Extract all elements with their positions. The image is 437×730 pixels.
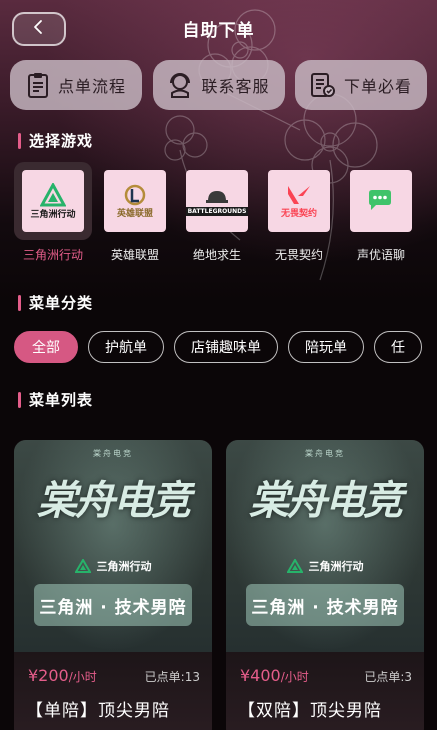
price-row: ¥200/小时 已点单:13 bbox=[28, 666, 200, 685]
section-list-title: 菜单列表 bbox=[29, 391, 94, 409]
menu-list: 棠舟电竞 棠舟电竞 三角洲行动 三角洲 · 技术男陪 ¥200/小时 已点单:1… bbox=[14, 440, 424, 730]
poster-big-text: 棠舟电竞 bbox=[37, 477, 191, 524]
category-tab-more[interactable]: 任 bbox=[374, 331, 422, 363]
price-value: ¥400 bbox=[240, 666, 281, 685]
game-item-delta-force[interactable]: 三角洲行动 三角洲行动 bbox=[14, 162, 92, 263]
poster-small-text: 棠舟电竞 bbox=[93, 449, 133, 458]
game-tile: 英雄联盟 bbox=[96, 162, 174, 240]
game-tile: 三角洲行动 bbox=[14, 162, 92, 240]
game-name: 无畏契约 bbox=[274, 248, 323, 262]
category-tab-all[interactable]: 全部 bbox=[14, 331, 78, 363]
game-item-lol[interactable]: 英雄联盟 英雄联盟 bbox=[96, 162, 174, 263]
checklist-icon bbox=[310, 71, 336, 99]
order-count: 已点单:3 bbox=[364, 670, 412, 684]
game-name: 声优语聊 bbox=[356, 248, 405, 262]
game-tile: BATTLEGROUNDS bbox=[178, 162, 256, 240]
delta-triangle-icon bbox=[286, 559, 303, 573]
poster-game-logo: 三角洲行动 bbox=[226, 558, 424, 574]
price: ¥200/小时 bbox=[28, 666, 97, 685]
game-name: 三角洲行动 bbox=[22, 248, 83, 262]
card-title: 【双陪】顶尖男陪 bbox=[238, 701, 382, 721]
menu-card[interactable]: 棠舟电竞 棠舟电竞 三角洲行动 三角洲 · 技术男陪 ¥400/小时 已点单:3… bbox=[226, 440, 424, 730]
game-item-pubg[interactable]: BATTLEGROUNDS 绝地求生 bbox=[178, 162, 256, 263]
section-categories-title: 菜单分类 bbox=[29, 294, 94, 312]
section-list-header: 菜单列表 bbox=[18, 389, 93, 410]
category-tab-fun[interactable]: 店铺趣味单 bbox=[174, 331, 278, 363]
headset-icon bbox=[167, 71, 193, 99]
category-tab-escort[interactable]: 护航单 bbox=[88, 331, 164, 363]
card-poster: 棠舟电竞 棠舟电竞 三角洲行动 三角洲 · 技术男陪 bbox=[226, 440, 424, 652]
price: ¥400/小时 bbox=[240, 666, 309, 685]
pubg-logo: BATTLEGROUNDS bbox=[186, 170, 248, 232]
poster-subtitle: 三角洲 · 技术男陪 bbox=[246, 584, 404, 626]
page-title: 自助下单 bbox=[182, 21, 255, 41]
card-title: 【单陪】顶尖男陪 bbox=[26, 701, 170, 721]
voice-chat-logo bbox=[350, 170, 412, 232]
card-poster: 棠舟电竞 棠舟电竞 三角洲行动 三角洲 · 技术男陪 bbox=[14, 440, 212, 652]
contact-support-button[interactable]: 联系客服 bbox=[152, 60, 285, 110]
lol-logo: 英雄联盟 bbox=[104, 170, 166, 232]
delta-force-logo: 三角洲行动 bbox=[22, 170, 84, 232]
price-value: ¥200 bbox=[28, 666, 69, 685]
valorant-logo: 无畏契约 bbox=[268, 170, 330, 232]
top-bar: 自助下单 bbox=[0, 0, 437, 58]
section-games-header: 选择游戏 bbox=[18, 130, 93, 151]
quick-actions: 点单流程 联系客服 下单必看 bbox=[10, 60, 427, 110]
game-item-valorant[interactable]: 无畏契约 无畏契约 bbox=[260, 162, 338, 263]
valorant-logo-text: 无畏契约 bbox=[280, 208, 317, 219]
delta-triangle-icon bbox=[74, 559, 91, 573]
order-process-label: 点单流程 bbox=[57, 77, 126, 96]
game-name: 绝地求生 bbox=[192, 248, 241, 262]
game-tile bbox=[342, 162, 420, 240]
contact-support-label: 联系客服 bbox=[201, 77, 270, 96]
section-marker bbox=[18, 294, 21, 311]
poster-logo-text: 三角洲行动 bbox=[308, 560, 364, 573]
card-info: ¥200/小时 已点单:13 【单陪】顶尖男陪 bbox=[14, 652, 212, 730]
game-list: 三角洲行动 三角洲行动 英雄联盟 英雄联盟 BATTLEGROUNDS 绝地求生… bbox=[14, 162, 437, 263]
price-unit: /小时 bbox=[68, 670, 97, 684]
category-tabs: 全部 护航单 店铺趣味单 陪玩单 任 bbox=[14, 331, 437, 365]
lol-logo-text: 英雄联盟 bbox=[116, 208, 153, 219]
poster-big-text: 棠舟电竞 bbox=[249, 477, 403, 524]
section-games-title: 选择游戏 bbox=[29, 132, 94, 150]
section-categories-header: 菜单分类 bbox=[18, 292, 93, 313]
game-tile: 无畏契约 bbox=[260, 162, 338, 240]
game-item-voice-chat[interactable]: 声优语聊 bbox=[342, 162, 420, 263]
price-unit: /小时 bbox=[280, 670, 309, 684]
order-notice-button[interactable]: 下单必看 bbox=[295, 60, 427, 110]
delta-force-logo-text: 三角洲行动 bbox=[30, 209, 76, 220]
order-process-button[interactable]: 点单流程 bbox=[10, 60, 142, 110]
poster-subtitle: 三角洲 · 技术男陪 bbox=[34, 584, 192, 626]
section-marker bbox=[18, 391, 21, 408]
price-row: ¥400/小时 已点单:3 bbox=[240, 666, 412, 685]
poster-game-logo: 三角洲行动 bbox=[14, 558, 212, 574]
menu-card[interactable]: 棠舟电竞 棠舟电竞 三角洲行动 三角洲 · 技术男陪 ¥200/小时 已点单:1… bbox=[14, 440, 212, 730]
game-name: 英雄联盟 bbox=[110, 248, 159, 262]
clipboard-icon bbox=[26, 71, 50, 99]
section-marker bbox=[18, 132, 21, 149]
card-info: ¥400/小时 已点单:3 【双陪】顶尖男陪 bbox=[226, 652, 424, 730]
pubg-logo-text: BATTLEGROUNDS bbox=[186, 206, 248, 216]
category-tab-companion[interactable]: 陪玩单 bbox=[288, 331, 364, 363]
poster-logo-text: 三角洲行动 bbox=[96, 560, 152, 573]
order-count: 已点单:13 bbox=[144, 670, 200, 684]
poster-small-text: 棠舟电竞 bbox=[305, 449, 345, 458]
order-notice-label: 下单必看 bbox=[343, 77, 412, 96]
